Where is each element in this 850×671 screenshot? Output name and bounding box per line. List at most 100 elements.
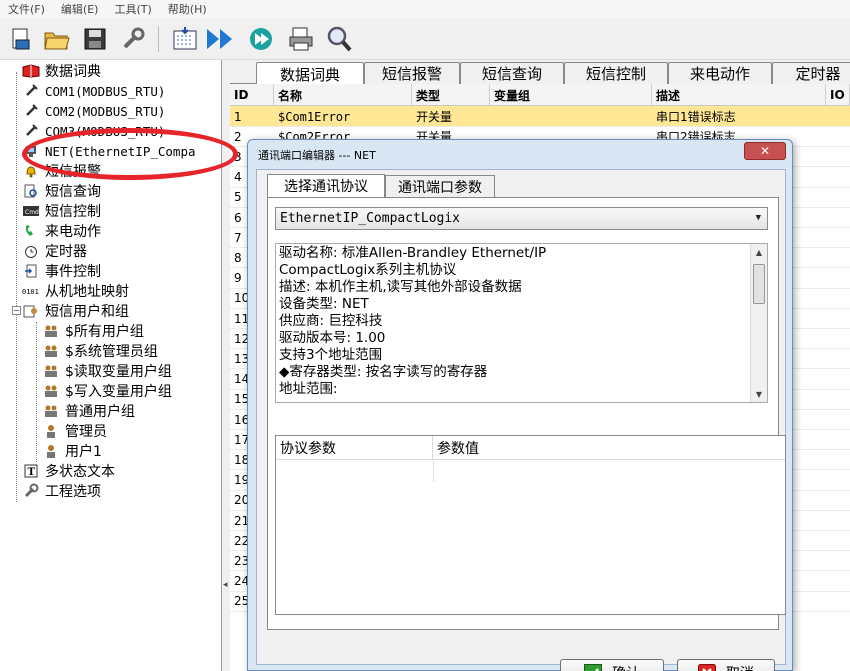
tree-item-net[interactable]: NET(EthernetIP_Compa xyxy=(22,141,196,161)
tab-call-action[interactable]: 来电动作 xyxy=(668,62,772,84)
event-icon xyxy=(22,263,40,279)
tree-item-data-dict[interactable]: 数据词典 xyxy=(22,61,101,81)
tree-item-sms-control[interactable]: Cmd 短信控制 xyxy=(22,201,101,221)
serial-port-icon xyxy=(22,123,40,139)
table-cell-desc: 串口1错误标志 xyxy=(656,110,736,124)
protocol-params-table[interactable]: 协议参数 参数值 xyxy=(275,435,786,615)
toolbar xyxy=(0,18,850,60)
tree-item-sms-query[interactable]: 短信查询 xyxy=(22,181,101,201)
col-header-param[interactable]: 协议参数 xyxy=(276,436,433,460)
col-header-desc[interactable]: 描述 xyxy=(652,84,826,106)
network-icon xyxy=(22,143,40,159)
protocol-panel: EthernetIP_CompactLogix ▼ 驱动名称: 标准Allen-… xyxy=(267,197,786,630)
search-icon[interactable] xyxy=(322,22,356,56)
group-icon xyxy=(42,403,60,419)
desc-line: 驱动名称: 标准Allen-Brandley Ethernet/IP xyxy=(279,245,547,261)
tree-item-all-users[interactable]: $所有用户组 xyxy=(42,321,144,341)
desc-line: 供应商: 巨控科技 xyxy=(279,313,383,329)
table-cell-name: $Com1Error xyxy=(278,109,351,124)
text-icon: T xyxy=(22,463,40,479)
tree-item-sys-admins[interactable]: $系统管理员组 xyxy=(42,341,158,361)
tab-timer[interactable]: 定时器 xyxy=(772,62,850,84)
col-header-group[interactable]: 变量组 xyxy=(490,84,652,106)
col-header-value[interactable]: 参数值 xyxy=(433,436,785,460)
group-icon xyxy=(42,343,60,359)
cancel-x-icon xyxy=(698,664,716,671)
download-icon[interactable] xyxy=(204,22,238,56)
menu-tools[interactable]: 工具(T) xyxy=(106,1,159,17)
tree-item-sms-alarm[interactable]: 短信报警 xyxy=(22,161,101,181)
tab-port-params[interactable]: 通讯端口参数 xyxy=(385,175,495,197)
desc-line: 地址范围: xyxy=(279,381,338,397)
open-folder-icon[interactable] xyxy=(40,22,74,56)
tree-item-event-control[interactable]: 事件控制 xyxy=(22,261,101,281)
tree-item-timer[interactable]: 定时器 xyxy=(22,241,87,261)
serial-port-icon xyxy=(22,103,40,119)
collapse-arrow-icon[interactable]: ◂ xyxy=(223,580,228,590)
tree-item-multistate[interactable]: T 多状态文本 xyxy=(22,461,115,481)
run-icon[interactable] xyxy=(244,22,278,56)
driver-description[interactable]: 驱动名称: 标准Allen-Brandley Ethernet/IP Compa… xyxy=(275,243,768,403)
compile-icon[interactable] xyxy=(168,22,202,56)
close-button[interactable]: ✕ xyxy=(744,142,786,160)
user-icon xyxy=(42,443,60,459)
tree-item-user1[interactable]: 用户1 xyxy=(42,441,102,461)
menu-file[interactable]: 文件(F) xyxy=(0,1,53,17)
tab-data-dict[interactable]: 数据词典 xyxy=(256,62,364,85)
tab-sms-alarm[interactable]: 短信报警 xyxy=(364,62,460,84)
dialog-title: 通讯端口编辑器 --- NET xyxy=(258,149,376,162)
tab-sms-control[interactable]: 短信控制 xyxy=(564,62,668,84)
tree-item-com1[interactable]: COM1(MODBUS_RTU) xyxy=(22,81,165,101)
tree-item-read-group[interactable]: $读取变量用户组 xyxy=(42,361,172,381)
tree-item-slave-map[interactable]: 0101 从机地址映射 xyxy=(22,281,129,301)
tree-item-com3[interactable]: COM3(MODBUS_RTU) xyxy=(22,121,165,141)
group-icon xyxy=(42,363,60,379)
tab-bar: 数据词典 短信报警 短信查询 短信控制 来电动作 定时器 xyxy=(230,60,850,85)
svg-text:0101: 0101 xyxy=(22,288,39,296)
svg-text:T: T xyxy=(28,467,36,478)
protocol-select[interactable]: EthernetIP_CompactLogix ▼ xyxy=(275,207,768,230)
scroll-up-icon[interactable]: ▲ xyxy=(751,244,767,260)
tree-item-call-action[interactable]: 来电动作 xyxy=(22,221,101,241)
tree-item-normal-group[interactable]: 普通用户组 xyxy=(42,401,135,421)
checkmark-icon xyxy=(584,664,602,671)
tab-select-protocol[interactable]: 选择通讯协议 xyxy=(267,174,385,197)
col-header-type[interactable]: 类型 xyxy=(412,84,490,106)
scrollbar-thumb[interactable] xyxy=(753,264,765,304)
ok-button-label: 确认 xyxy=(612,663,640,671)
phone-icon xyxy=(22,223,40,239)
menu-help[interactable]: 帮助(H) xyxy=(160,1,215,17)
tree-item-project-options[interactable]: 工程选项 xyxy=(22,481,101,501)
tree-item-com2[interactable]: COM2(MODBUS_RTU) xyxy=(22,101,165,121)
desc-line: CompactLogix系列主机协议 xyxy=(279,262,457,278)
splitter[interactable]: ◂ xyxy=(222,60,230,671)
desc-line: 描述: 本机作主机,读写其他外部设备数据 xyxy=(279,279,522,295)
table-row[interactable]: 1 $Com1Error 开关量 串口1错误标志 xyxy=(230,106,850,127)
clock-icon xyxy=(22,243,40,259)
menu-bar: 文件(F) 编辑(E) 工具(T) 帮助(H) xyxy=(0,0,850,18)
command-icon: Cmd xyxy=(22,203,40,219)
chevron-down-icon[interactable]: ▼ xyxy=(756,213,761,223)
tab-sms-query[interactable]: 短信查询 xyxy=(460,62,564,84)
ok-button[interactable]: 确认 xyxy=(560,659,664,671)
tree-item-write-group[interactable]: $写入变量用户组 xyxy=(42,381,172,401)
wrench-icon xyxy=(22,483,40,499)
cancel-button[interactable]: 取消 xyxy=(677,659,775,671)
desc-line: 驱动版本号: 1.00 xyxy=(279,330,386,346)
save-icon[interactable] xyxy=(78,22,112,56)
new-project-icon[interactable] xyxy=(4,22,38,56)
project-tree: 数据词典 COM1(MODBUS_RTU) COM2(MODBUS_RTU) C… xyxy=(0,60,222,671)
print-icon[interactable] xyxy=(284,22,318,56)
description-scrollbar[interactable]: ▲ ▼ xyxy=(750,244,767,402)
expand-toggle[interactable]: − xyxy=(12,306,21,315)
col-header-io[interactable]: IO xyxy=(826,84,850,106)
cancel-button-label: 取消 xyxy=(726,663,754,671)
menu-edit[interactable]: 编辑(E) xyxy=(53,1,107,17)
scroll-down-icon[interactable]: ▼ xyxy=(751,386,767,402)
col-header-id[interactable]: ID xyxy=(230,84,274,106)
tools-icon[interactable] xyxy=(116,22,150,56)
col-header-name[interactable]: 名称 xyxy=(274,84,412,106)
tree-item-admin[interactable]: 管理员 xyxy=(42,421,107,441)
desc-line: 设备类型: NET xyxy=(279,296,369,312)
tree-item-sms-users[interactable]: 短信用户和组 xyxy=(22,301,129,321)
